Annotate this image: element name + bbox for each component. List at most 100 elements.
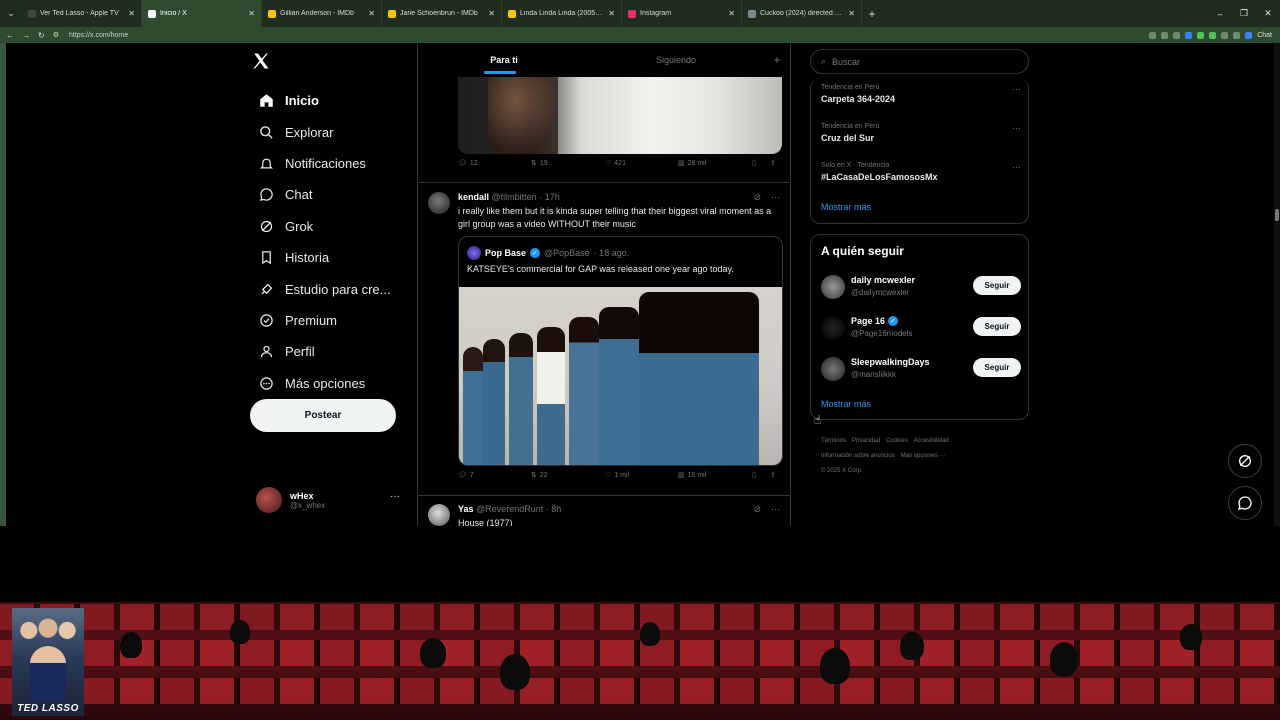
x-logo-icon[interactable] bbox=[252, 52, 280, 72]
footer-link[interactable]: Accesibilidad bbox=[914, 438, 949, 444]
chat-button-label[interactable]: Chat bbox=[1257, 32, 1272, 39]
profile-avatar-icon[interactable] bbox=[1233, 31, 1241, 39]
new-tab-button[interactable]: + bbox=[862, 7, 882, 21]
trend-item[interactable]: Tendencia en Perú Carpeta 364-2024 ··· bbox=[821, 84, 1021, 104]
browser-tab[interactable]: Instagram ✕ bbox=[622, 0, 742, 27]
author-handle[interactable]: @filmbitten bbox=[492, 192, 537, 202]
maximize-icon[interactable]: ❐ bbox=[1232, 8, 1256, 19]
footer-link[interactable]: Información sobre anuncios bbox=[821, 453, 895, 459]
forward-icon[interactable]: → bbox=[22, 31, 30, 40]
extension-icon[interactable] bbox=[1149, 31, 1157, 39]
close-tab-icon[interactable]: ✕ bbox=[248, 9, 255, 18]
more-dots-icon[interactable]: ··· bbox=[1012, 123, 1021, 133]
extension-icon[interactable] bbox=[1197, 31, 1205, 39]
add-feed-icon[interactable]: + bbox=[762, 53, 790, 67]
avatar[interactable] bbox=[428, 504, 450, 526]
quote-media-image[interactable] bbox=[459, 287, 782, 465]
tweet-time[interactable]: · 17h bbox=[539, 192, 560, 202]
avatar[interactable] bbox=[428, 192, 450, 214]
extension-icon[interactable] bbox=[1161, 31, 1169, 39]
share-button[interactable]: ⇪ bbox=[770, 471, 776, 479]
more-dots-icon[interactable]: ··· bbox=[1012, 84, 1021, 94]
more-dots-icon[interactable]: ··· bbox=[390, 491, 400, 502]
extension-icon[interactable] bbox=[1221, 31, 1229, 39]
nav-grok[interactable]: Grok bbox=[250, 211, 410, 242]
browser-tab[interactable]: Jane Schoenbrun - IMDb ✕ bbox=[382, 0, 502, 27]
minimize-icon[interactable]: – bbox=[1208, 9, 1232, 19]
chat-fab-button[interactable] bbox=[1228, 486, 1262, 520]
author-name[interactable]: Yas bbox=[458, 504, 474, 514]
copilot-icon[interactable] bbox=[1245, 31, 1253, 39]
tweet-media-image[interactable] bbox=[458, 77, 782, 154]
nav-creator-studio[interactable]: Estudio para cre... bbox=[250, 273, 410, 304]
follow-button[interactable]: Seguir bbox=[973, 276, 1021, 295]
extension-icon[interactable] bbox=[1173, 31, 1181, 39]
repost-button[interactable]: ⇅ 19 bbox=[531, 159, 548, 168]
more-dots-icon[interactable]: ··· bbox=[771, 192, 780, 203]
follow-suggestion[interactable]: daily mcwexler @dailymcwexler Seguir bbox=[821, 273, 1021, 303]
grok-fab-button[interactable] bbox=[1228, 444, 1262, 478]
browser-tab[interactable]: Linda Linda Linda (2005) - IMDb ✕ bbox=[502, 0, 622, 27]
footer-link[interactable]: Más opciones ··· bbox=[901, 453, 946, 459]
nav-chat[interactable]: Chat bbox=[250, 179, 410, 210]
close-tab-icon[interactable]: ✕ bbox=[128, 9, 135, 18]
nav-profile[interactable]: Perfil bbox=[250, 336, 410, 367]
grok-icon[interactable]: ⊘ bbox=[753, 192, 761, 203]
follow-button[interactable]: Seguir bbox=[973, 317, 1021, 336]
extension-icon[interactable] bbox=[1209, 31, 1217, 39]
browser-tab[interactable]: Gillian Anderson - IMDb ✕ bbox=[262, 0, 382, 27]
tweet-time[interactable]: · 8h bbox=[546, 504, 562, 514]
browser-tab[interactable]: Inicio / X ✕ bbox=[142, 0, 262, 27]
extension-icon[interactable] bbox=[1185, 31, 1193, 39]
nav-history[interactable]: Historia bbox=[250, 242, 410, 273]
back-icon[interactable]: ← bbox=[6, 31, 14, 40]
close-tab-icon[interactable]: ✕ bbox=[368, 9, 375, 18]
nav-notifications[interactable]: Notificaciones bbox=[250, 148, 410, 179]
close-tab-icon[interactable]: ✕ bbox=[848, 9, 855, 18]
nav-home[interactable]: Inicio bbox=[250, 85, 410, 116]
scrollbar[interactable] bbox=[1274, 43, 1280, 526]
follow-button[interactable]: Seguir bbox=[973, 358, 1021, 377]
like-button[interactable]: ♡ 1 mil bbox=[605, 471, 629, 480]
nav-more[interactable]: Más opciones bbox=[250, 368, 410, 399]
tab-following[interactable]: Siguiendo bbox=[590, 43, 762, 77]
more-dots-icon[interactable]: ··· bbox=[1012, 162, 1021, 172]
author-handle[interactable]: @ReverendRunt bbox=[476, 504, 543, 514]
bookmark-button[interactable]: ▯ bbox=[752, 159, 756, 167]
more-dots-icon[interactable]: ··· bbox=[771, 504, 780, 515]
quoted-tweet[interactable]: Pop Base ✓ @PopBase · 18 ago. KATSEYE's … bbox=[458, 236, 783, 466]
close-tab-icon[interactable]: ✕ bbox=[488, 9, 495, 18]
like-button[interactable]: ♡ 421 bbox=[605, 159, 626, 168]
post-button[interactable]: Postear bbox=[250, 399, 396, 432]
trend-item[interactable]: Tendencia en Perú Cruz del Sur ··· bbox=[821, 123, 1021, 143]
show-more-follow-link[interactable]: Mostrar más bbox=[821, 399, 871, 409]
reply-button[interactable]: 💬︎ 12 bbox=[458, 159, 478, 168]
account-switcher[interactable]: wHex @x_whex ··· bbox=[256, 485, 406, 515]
footer-link[interactable]: Términos bbox=[821, 438, 846, 444]
repost-button[interactable]: ⇅ 22 bbox=[531, 471, 548, 480]
close-tab-icon[interactable]: ✕ bbox=[608, 9, 615, 18]
trend-item[interactable]: Solo en X · Tendencia #LaCasaDeLosFamosos… bbox=[821, 162, 1021, 182]
close-tab-icon[interactable]: ✕ bbox=[728, 9, 735, 18]
close-window-icon[interactable]: ✕ bbox=[1256, 8, 1280, 19]
follow-suggestion[interactable]: SleepwalkingDays @mansliikkk Seguir bbox=[821, 355, 1021, 385]
browser-tab[interactable]: Cuckoo (2024) directed by Tilman ✕ bbox=[742, 0, 862, 27]
grok-icon[interactable]: ⊘ bbox=[753, 504, 761, 515]
nav-explore[interactable]: Explorar bbox=[250, 116, 410, 147]
bookmark-button[interactable]: ▯ bbox=[752, 471, 756, 479]
share-button[interactable]: ⇪ bbox=[770, 159, 776, 167]
url-field[interactable]: https://x.com/home bbox=[69, 32, 128, 39]
nav-premium[interactable]: Premium bbox=[250, 305, 410, 336]
site-info-icon[interactable]: ⚙ bbox=[53, 31, 59, 39]
browser-tab[interactable]: Ver Ted Lasso - Apple TV ✕ bbox=[22, 0, 142, 27]
views-button[interactable]: ▥ 28 mil bbox=[678, 159, 706, 168]
tab-search-icon[interactable]: ⌄ bbox=[0, 0, 22, 27]
search-input[interactable]: ⌕ Buscar bbox=[810, 49, 1029, 74]
show-more-trends-link[interactable]: Mostrar más bbox=[821, 202, 871, 212]
author-name[interactable]: kendall bbox=[458, 192, 489, 202]
tab-for-you[interactable]: Para ti bbox=[418, 43, 590, 77]
footer-link[interactable]: Cookies bbox=[886, 438, 908, 444]
views-button[interactable]: ▥ 16 mil bbox=[678, 471, 706, 480]
reload-icon[interactable]: ↻ bbox=[38, 31, 45, 40]
reply-button[interactable]: 💬︎ 7 bbox=[458, 471, 474, 480]
